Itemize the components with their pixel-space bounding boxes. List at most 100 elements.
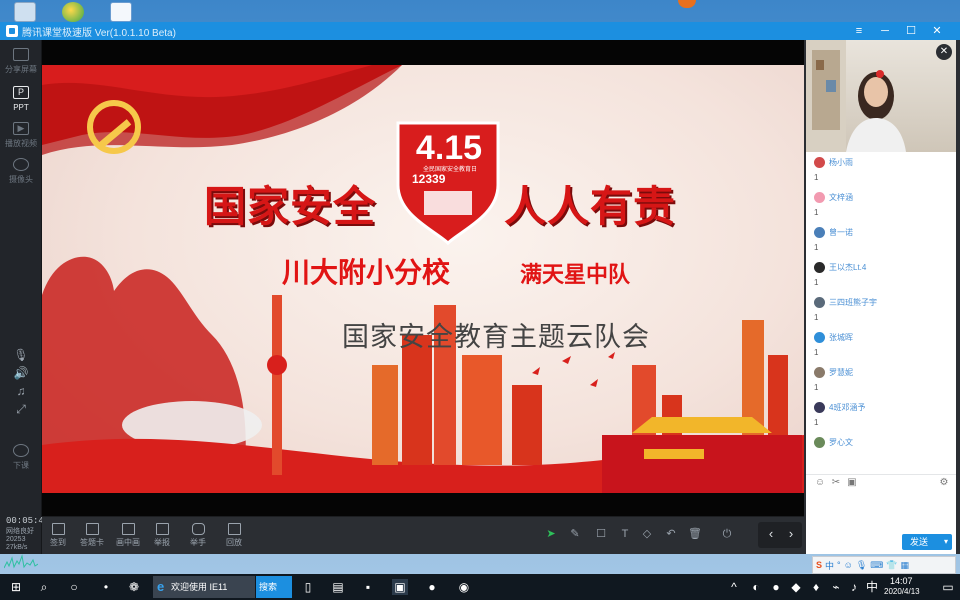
chat-input[interactable]: 发送 [806, 490, 956, 554]
text-icon[interactable]: T [618, 527, 632, 541]
recycle-bin-icon[interactable] [14, 2, 36, 22]
settings-icon[interactable]: ⚙ [938, 477, 950, 489]
chat-sender: 杨小雨 [814, 154, 956, 170]
title-bar[interactable]: 腾讯课堂极速版 Ver(1.0.1.10 Beta) ≡ ─ ☐ ✕ [0, 22, 960, 40]
music-icon[interactable]: ♫ [13, 384, 29, 398]
avatar[interactable] [814, 261, 825, 273]
sogou-ime-icon[interactable]: S [816, 560, 822, 570]
desktop-app-icon[interactable] [110, 2, 132, 22]
shape-icon[interactable]: ☐ [594, 527, 608, 541]
classroom-app-icon[interactable]: ▣ [392, 579, 408, 595]
eraser-icon[interactable]: ◇ [640, 527, 654, 541]
cortana-icon[interactable]: ○ [66, 579, 82, 595]
folder-icon[interactable]: ▤ [330, 579, 346, 595]
chat-sender: 曾一诺 [814, 224, 956, 240]
chat-sender-name[interactable]: 4班邓涵予 [829, 402, 865, 413]
microphone-icon[interactable]: 🎙 [13, 348, 29, 362]
search-icon[interactable]: ⌕ [36, 579, 52, 595]
chat-sender-name[interactable]: 张城晖 [829, 332, 853, 343]
tray-app-icon[interactable]: ● [768, 579, 784, 595]
pen-icon[interactable]: ✎ [568, 527, 582, 541]
taskbar-ie-window[interactable]: 欢迎使用 IE11 [153, 576, 255, 598]
signin-button[interactable]: 签到 [44, 523, 72, 548]
chat-sender-name[interactable]: 三四班熊子宇 [829, 297, 877, 308]
avatar[interactable] [814, 296, 825, 308]
raise-hand-button[interactable]: 举手 [184, 523, 212, 548]
replay-button[interactable]: 回放 [220, 523, 248, 548]
ime-mode-icon[interactable]: 中 [825, 559, 834, 572]
taskbar-search-app[interactable]: 搜索 [256, 576, 292, 598]
clock-date[interactable]: 2020/4/13 [884, 587, 920, 596]
ime-toolbar[interactable]: S 中 ° ☺ 🎙 ⌨ 👕 ▦ [812, 556, 956, 574]
chat-message-text: 1 [814, 208, 819, 217]
avatar[interactable] [814, 331, 825, 343]
tray-app-icon[interactable]: ◆ [788, 579, 804, 595]
task-view-icon[interactable]: • [98, 579, 114, 595]
tools-icon[interactable]: ▦ [901, 560, 910, 571]
power-icon[interactable]: ⏻ [720, 527, 734, 541]
avatar[interactable] [814, 226, 825, 238]
keyboard-icon[interactable]: ⌨ [870, 560, 883, 571]
answer-card-button[interactable]: 答题卡 [78, 523, 106, 548]
fullscreen-icon[interactable]: ⤢ [13, 402, 29, 416]
ime-indicator-icon[interactable]: 中 [864, 579, 880, 595]
chat-sender: 罗心文 [814, 434, 956, 450]
camera-button[interactable]: 摄像头 [0, 158, 42, 185]
pointer-icon[interactable]: ➤ [544, 527, 558, 541]
scissors-icon[interactable]: ✂ [830, 477, 842, 489]
trash-icon[interactable]: 🗑 [688, 527, 702, 541]
powerpoint-icon[interactable]: ▪ [360, 579, 376, 595]
send-button[interactable]: 发送 [902, 534, 952, 550]
avatar[interactable] [814, 366, 825, 378]
chat-sender-name[interactable]: 杨小雨 [829, 157, 853, 168]
speaker-icon[interactable]: 🔊 [13, 366, 29, 380]
maximize-button[interactable]: ☐ [900, 22, 922, 40]
punctuation-icon[interactable]: ° [837, 560, 841, 570]
emoji-icon[interactable]: ☺ [844, 560, 853, 570]
volume-icon[interactable]: ♪ [846, 579, 862, 595]
tray-app-icon[interactable]: ♦ [808, 579, 824, 595]
phone-icon[interactable]: ▯ [300, 579, 316, 595]
report-button[interactable]: 举报 [148, 523, 176, 548]
emoji-icon[interactable]: ☺ [814, 477, 826, 489]
tray-expand-icon[interactable]: ^ [726, 579, 742, 595]
chat-sender-name[interactable]: 罗慧妮 [829, 367, 853, 378]
close-video-button[interactable]: ✕ [936, 44, 952, 60]
avatar[interactable] [814, 401, 825, 413]
chat-sender-name[interactable]: 曾一诺 [829, 227, 853, 238]
microphone-icon[interactable]: 🎙 [856, 560, 867, 571]
game-icon[interactable]: ● [424, 579, 440, 595]
end-class-button[interactable]: 下课 [0, 444, 42, 471]
chat-sender-name[interactable]: 罗心文 [829, 437, 853, 448]
ppt-button[interactable]: P PPT [0, 86, 42, 113]
skin-icon[interactable]: 👕 [886, 560, 897, 571]
windows-start-icon[interactable]: ⊞ [8, 579, 24, 595]
avatar[interactable] [814, 436, 825, 448]
chat-sender-name[interactable]: 文梓涵 [829, 192, 853, 203]
app-icon[interactable]: ❁ [126, 579, 142, 595]
minimize-button[interactable]: ─ [874, 22, 896, 40]
avatar[interactable] [814, 191, 825, 203]
menu-icon[interactable]: ≡ [848, 22, 870, 40]
network-icon[interactable]: ⌁ [828, 579, 844, 595]
avatar[interactable] [814, 156, 825, 168]
teacher-video-feed [806, 40, 906, 152]
clock-time[interactable]: 14:07 [890, 576, 913, 586]
chrome-icon[interactable]: ◉ [456, 579, 472, 595]
play-video-button[interactable]: ▶ 播放视频 [0, 122, 42, 149]
image-icon[interactable]: ▣ [846, 477, 858, 489]
slide-viewer[interactable]: 4.15 全民国家安全教育日 12339 国家安全 人人有责 川大附小分校 满天… [42, 40, 804, 516]
slide-title-right: 人人有责 [504, 185, 677, 231]
undo-icon[interactable]: ↶ [664, 527, 678, 541]
bottom-toolbar: 签到 答题卡 画中画 举报 举手 回放 ➤ ✎ ☐ T ◇ ↶ 🗑 ⏻ ‹ › [42, 516, 804, 554]
notification-icon[interactable]: ▭ [940, 579, 956, 595]
tray-app-icon[interactable]: ◐ [748, 579, 764, 595]
prev-slide-button[interactable]: ‹ [764, 527, 778, 541]
close-button[interactable]: ✕ [926, 22, 948, 40]
next-slide-button[interactable]: › [784, 527, 798, 541]
chat-sender-name[interactable]: 王以杰Lt.4 [829, 262, 866, 273]
desktop-app-icon[interactable] [62, 2, 84, 22]
pip-button[interactable]: 画中画 [114, 523, 142, 548]
chat-message: 罗心文1 [806, 432, 956, 452]
share-screen-button[interactable]: 分享屏幕 [0, 48, 42, 75]
